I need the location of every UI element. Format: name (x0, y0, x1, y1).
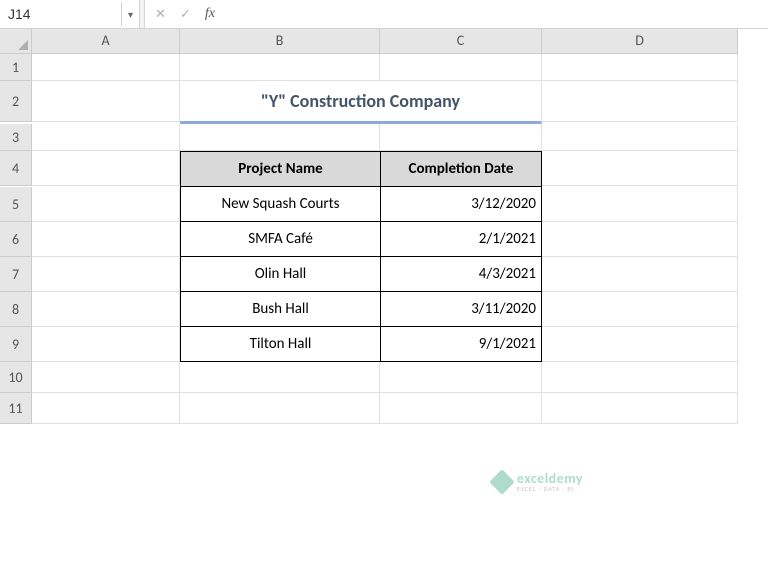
row-header[interactable]: 2 (0, 81, 32, 122)
cell[interactable] (542, 393, 738, 424)
cell[interactable] (32, 187, 180, 222)
watermark-main: exceldemy (517, 472, 583, 486)
cell[interactable] (32, 222, 180, 257)
row-header[interactable]: 3 (0, 124, 32, 151)
table-row[interactable]: 4/3/2021 (380, 257, 542, 292)
formula-input[interactable] (225, 0, 768, 28)
cell[interactable] (542, 327, 738, 362)
row-header[interactable]: 11 (0, 393, 32, 424)
title-cell[interactable]: "Y" Construction Company (180, 81, 542, 124)
cell[interactable] (32, 327, 180, 362)
cell[interactable] (180, 362, 380, 393)
watermark-sub: EXCEL · DATA · BI (517, 486, 583, 492)
cell[interactable] (542, 362, 738, 393)
watermark-icon (489, 469, 514, 494)
row-header[interactable]: 7 (0, 257, 32, 292)
table-row[interactable]: 2/1/2021 (380, 222, 542, 257)
cell[interactable] (32, 151, 180, 186)
table-row[interactable]: Tilton Hall (180, 327, 380, 362)
table-row[interactable]: New Squash Courts (180, 187, 380, 222)
cell[interactable] (380, 124, 542, 151)
cancel-icon[interactable]: ✕ (149, 7, 172, 22)
cell[interactable] (32, 81, 180, 122)
row-header[interactable]: 4 (0, 151, 32, 186)
cell[interactable] (380, 362, 542, 393)
cell[interactable] (542, 54, 738, 81)
row-header[interactable]: 5 (0, 187, 32, 222)
table-row[interactable]: 3/11/2020 (380, 292, 542, 327)
cell[interactable] (542, 124, 738, 151)
enter-icon[interactable]: ✓ (174, 7, 197, 22)
cell[interactable] (380, 54, 542, 81)
spreadsheet-grid: A B C D 1 2 "Y" Construction Company 3 4… (0, 29, 768, 424)
cell[interactable] (180, 54, 380, 81)
row-header[interactable]: 9 (0, 327, 32, 362)
cell[interactable] (542, 187, 738, 222)
select-all-corner[interactable] (0, 29, 32, 54)
table-row[interactable]: Olin Hall (180, 257, 380, 292)
cell[interactable] (32, 124, 180, 151)
name-box[interactable] (0, 2, 122, 26)
cell[interactable] (542, 81, 738, 122)
cell[interactable] (32, 393, 180, 424)
column-header[interactable]: C (380, 29, 542, 54)
cell[interactable] (542, 257, 738, 292)
watermark: exceldemy EXCEL · DATA · BI (493, 472, 583, 492)
cell[interactable] (32, 54, 180, 81)
cell[interactable] (180, 124, 380, 151)
cell[interactable] (180, 393, 380, 424)
table-row[interactable]: SMFA Café (180, 222, 380, 257)
column-header[interactable]: A (32, 29, 180, 54)
cell[interactable] (542, 222, 738, 257)
row-header[interactable]: 8 (0, 292, 32, 327)
fx-icon[interactable]: fx (199, 6, 221, 22)
table-header-project[interactable]: Project Name (180, 151, 380, 187)
cell[interactable] (32, 257, 180, 292)
table-row[interactable]: 3/12/2020 (380, 187, 542, 222)
cell[interactable] (542, 292, 738, 327)
column-header[interactable]: B (180, 29, 380, 54)
name-box-dropdown-icon[interactable]: ▾ (122, 0, 140, 28)
cell[interactable] (32, 292, 180, 327)
column-header[interactable]: D (542, 29, 738, 54)
cell[interactable] (32, 362, 180, 393)
row-header[interactable]: 10 (0, 362, 32, 393)
cell[interactable] (380, 393, 542, 424)
table-header-completion[interactable]: Completion Date (380, 151, 542, 187)
row-header[interactable]: 6 (0, 222, 32, 257)
formula-bar-buttons: ✕ ✓ fx (145, 6, 225, 22)
table-row[interactable]: 9/1/2021 (380, 327, 542, 362)
formula-bar: ▾ ✕ ✓ fx (0, 0, 768, 29)
table-row[interactable]: Bush Hall (180, 292, 380, 327)
cell[interactable] (542, 151, 738, 186)
row-header[interactable]: 1 (0, 54, 32, 81)
